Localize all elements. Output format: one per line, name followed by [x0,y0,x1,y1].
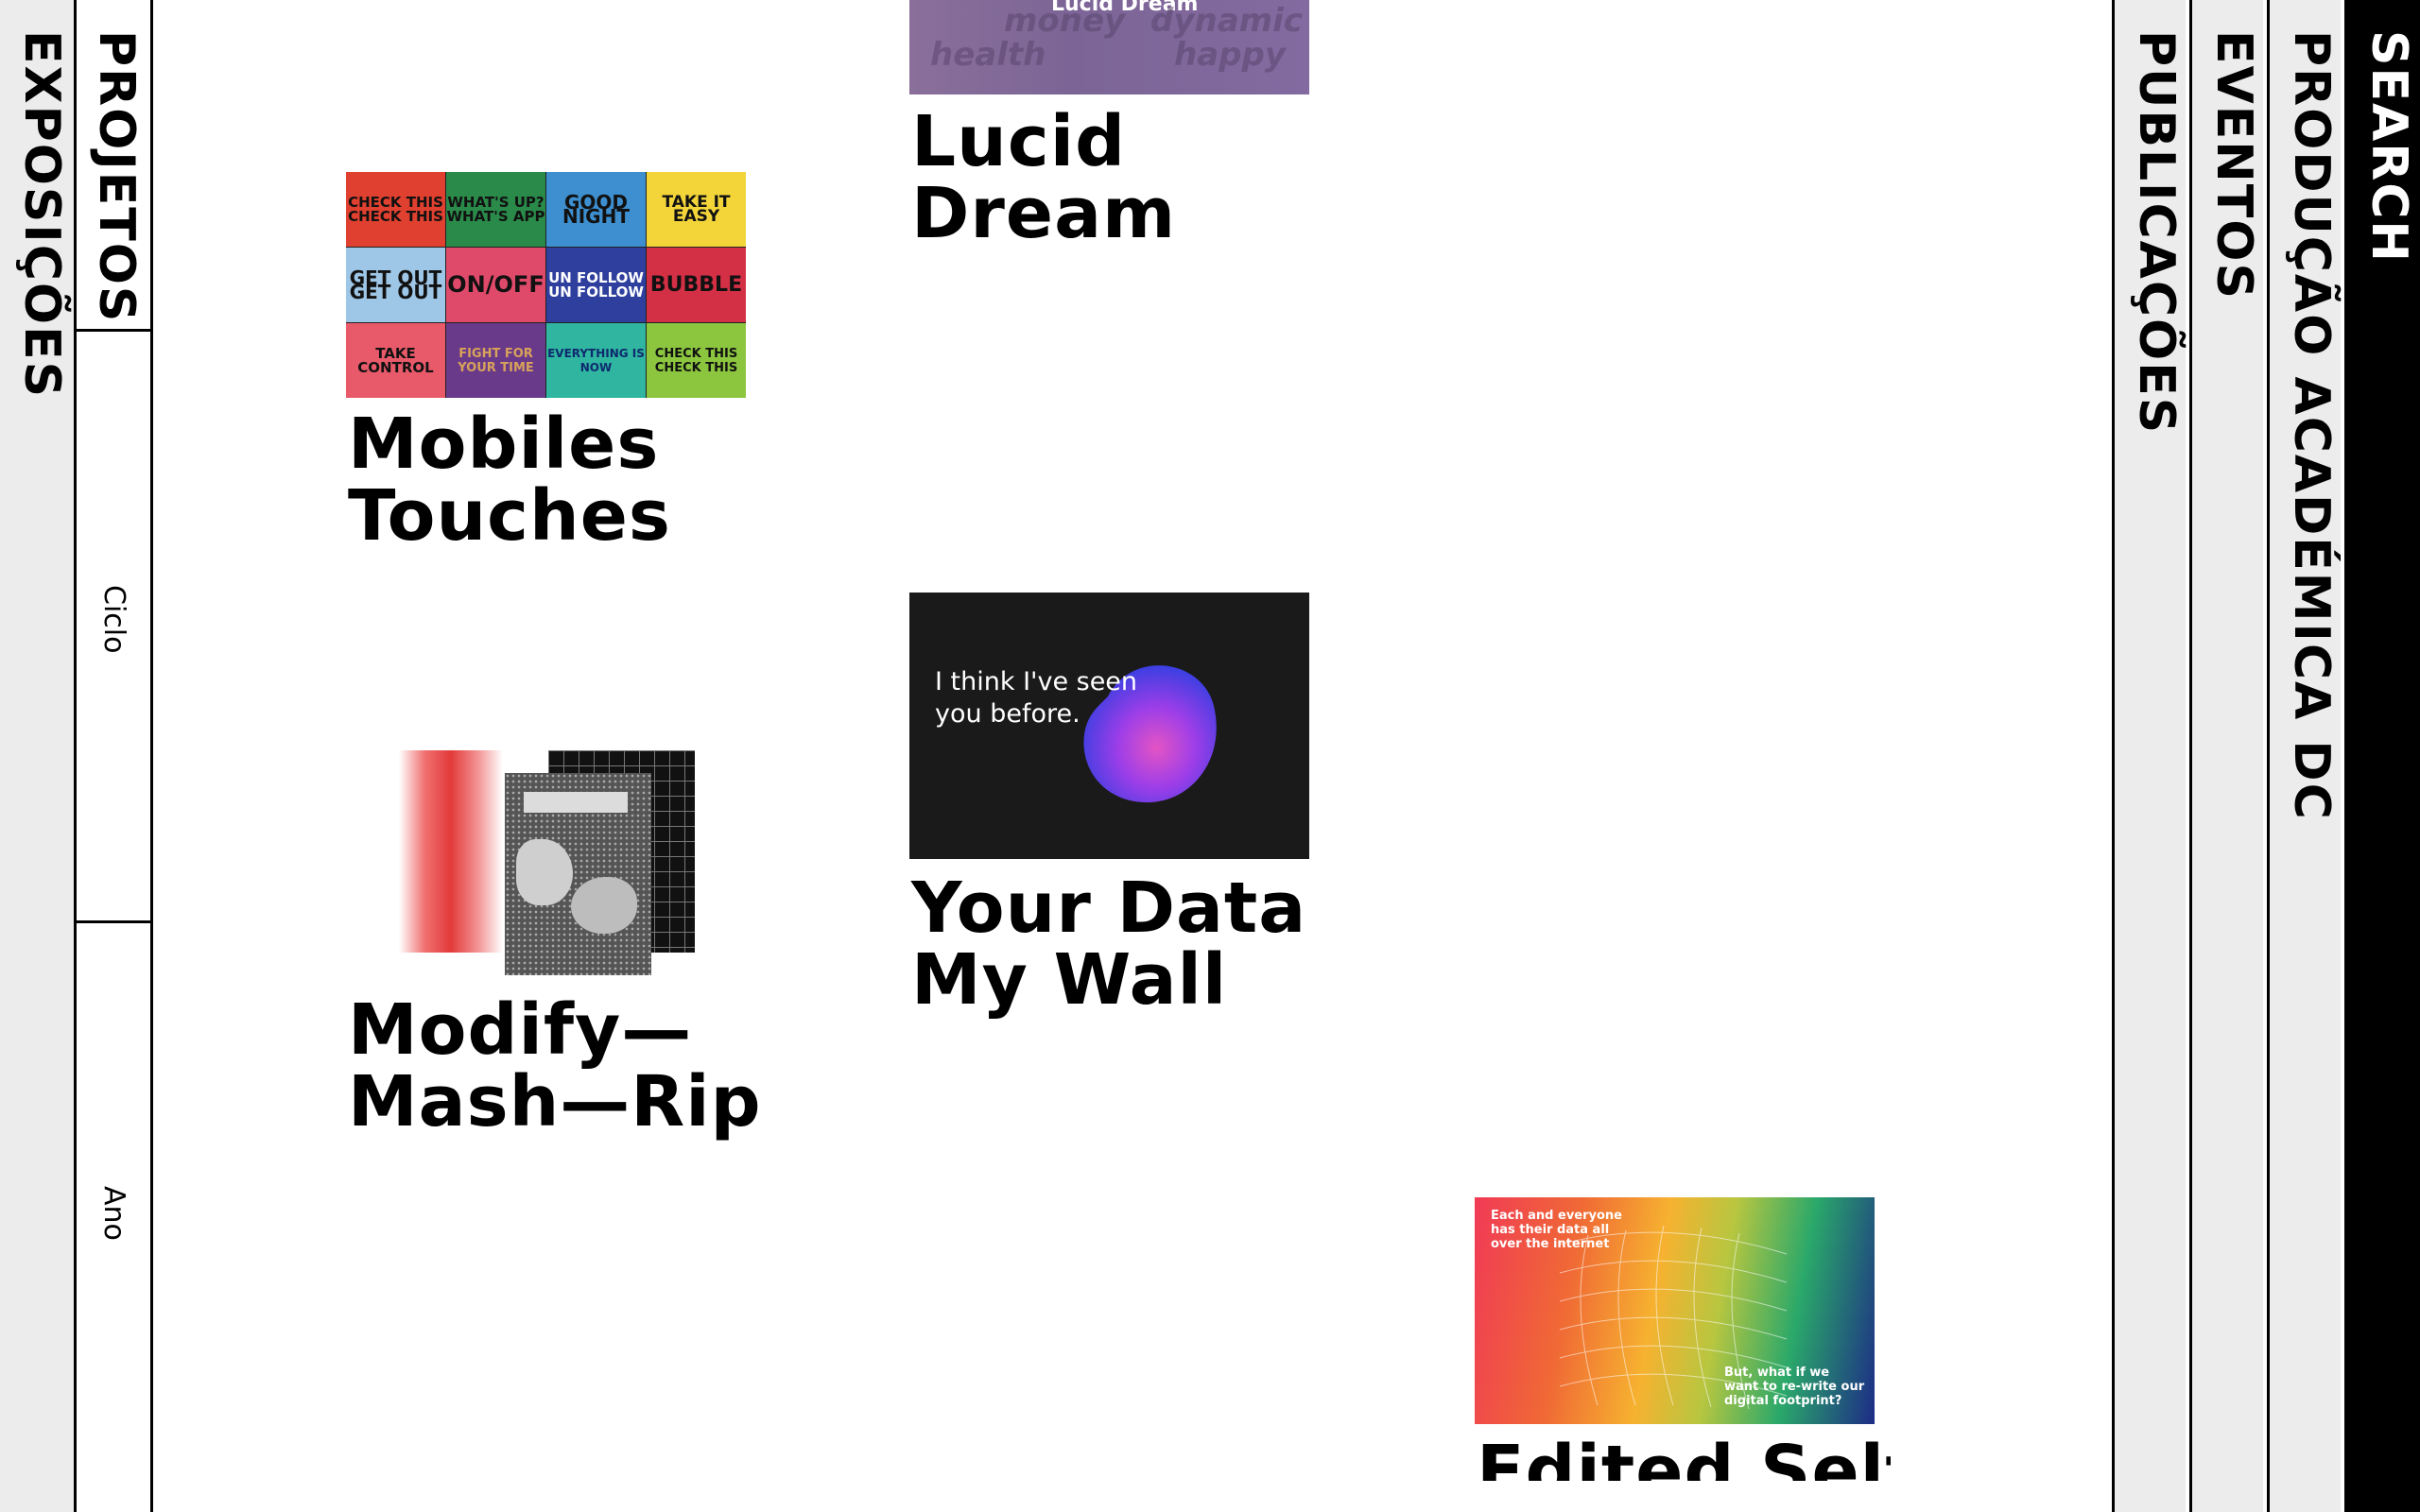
your-data-caption: I think I've seen you before. [935,667,1138,729]
producao-label[interactable]: PRODUÇÃO ACADÉMICA DC [2283,30,2340,821]
filter-ciclo[interactable]: Ciclo [77,332,150,923]
title-line: Edited Self [1477,1431,1891,1481]
tile: ON/OFF [446,248,545,322]
filter-ano-label: Ano [97,1186,130,1241]
tile: TAKE CONTROL [346,323,445,398]
project-card-mobiles-touches[interactable]: CHECK THIS CHECK THIS WHAT'S UP? WHAT'S … [346,172,747,552]
your-data-my-wall-thumbnail[interactable]: I think I've seen you before. [909,593,1309,859]
project-card-lucid-dream[interactable]: Lucid Dream money dynamic health happy L… [909,0,1309,255]
collage-shape [516,839,573,905]
sidebar-eventos[interactable]: EVENTOS [2189,0,2263,1512]
tile-text: WHAT'S UP? WHAT'S APP [446,193,545,225]
tile-text: UN FOLLOW UN FOLLOW [548,268,644,301]
project-card-modify-mash-rip[interactable]: Modify— Mash—Rip [346,747,761,1143]
tile-text: CHECK THIS CHECK THIS [654,346,738,375]
eventos-label[interactable]: EVENTOS [2205,30,2262,301]
search-label[interactable]: SEARCH [2360,30,2417,264]
sidebar-producao-academica[interactable]: PRODUÇÃO ACADÉMICA DC [2267,0,2341,1512]
title-line: Mobiles [348,404,660,485]
title-line: Mash—Rip [348,1061,762,1143]
tile: CHECK THIS CHECK THIS [346,172,445,247]
title-line: Dream [911,173,1177,254]
sidebar-exposicoes[interactable]: EXPOSIÇÕES [0,0,77,1512]
edited-self-title[interactable]: Edited Self [1477,1435,1891,1481]
mobiles-touches-thumbnail[interactable]: CHECK THIS CHECK THIS WHAT'S UP? WHAT'S … [346,172,746,398]
title-line: Lucid [911,101,1127,182]
filter-ano[interactable]: Ano [77,923,150,1512]
tile: GET OUT GET OUT [346,248,445,322]
tile-text: GOOD NIGHT [562,190,630,228]
red-poster [399,750,503,953]
edited-self-bottom-text: But, what if we want to re-write our dig… [1724,1366,1865,1408]
tile: EVERYTHING IS NOW [546,323,646,398]
tile-text: TAKE IT EASY [662,192,731,226]
tile-text: EVERYTHING IS NOW [547,346,645,374]
tile-text: GET OUT GET OUT [349,266,442,303]
tile-text: FIGHT FOR YOUR TIME [458,346,534,375]
search-rail[interactable]: SEARCH [2344,0,2420,1512]
tile-text: ON/OFF [447,271,544,298]
edited-self-thumbnail[interactable]: Each and everyone has their data all ove… [1475,1197,1875,1424]
collage-shape [524,792,628,813]
title-line: Modify— [348,989,693,1071]
lucid-dream-word-2: dynamic [1150,2,1303,40]
lucid-dream-title[interactable]: Lucid Dream [911,106,1176,249]
tile-text: TAKE CONTROL [357,344,434,376]
edited-self-top-text: Each and everyone has their data all ove… [1491,1209,1622,1251]
collage-poster [505,773,651,975]
project-card-edited-self[interactable]: Each and everyone has their data all ove… [1475,1197,1891,1481]
modify-mash-rip-thumbnail[interactable] [346,747,752,978]
title-line: Your Data [911,868,1307,949]
tile: GOOD NIGHT [546,172,646,247]
lucid-dream-word-1: money [1004,2,1126,40]
tile: UN FOLLOW UN FOLLOW [546,248,646,322]
collage-shape [571,877,637,934]
lucid-dream-thumbnail[interactable]: Lucid Dream money dynamic health happy [909,0,1309,94]
mobiles-touches-title[interactable]: Mobiles Touches [348,408,671,552]
tile: TAKE IT EASY [647,172,746,247]
title-line: My Wall [911,939,1228,1021]
tile-text: BUBBLE [649,273,743,297]
lucid-dream-word-4: happy [1174,36,1286,74]
lucid-dream-word-3: health [930,36,1046,74]
projetos-label[interactable]: PROJETOS [88,30,145,323]
projetos-title-box[interactable]: PROJETOS [77,0,150,332]
modify-mash-rip-title[interactable]: Modify— Mash—Rip [348,994,762,1138]
tile: FIGHT FOR YOUR TIME [446,323,545,398]
tile: CHECK THIS CHECK THIS [647,323,746,398]
tile-text: CHECK THIS CHECK THIS [348,193,443,225]
sidebar-projetos: PROJETOS Ciclo Ano [77,0,153,1512]
title-line: Touches [348,475,671,557]
sidebar-publicacoes[interactable]: PUBLICAÇÕES [2112,0,2186,1512]
tile: BUBBLE [647,248,746,322]
your-data-my-wall-title[interactable]: Your Data My Wall [911,872,1306,1016]
tile: WHAT'S UP? WHAT'S APP [446,172,545,247]
project-card-your-data-my-wall[interactable]: I think I've seen you before. Your Data … [909,593,1309,1027]
exposicoes-label[interactable]: EXPOSIÇÕES [13,30,70,399]
publicacoes-label[interactable]: PUBLICAÇÕES [2128,30,2185,435]
filter-ciclo-label: Ciclo [97,585,130,654]
